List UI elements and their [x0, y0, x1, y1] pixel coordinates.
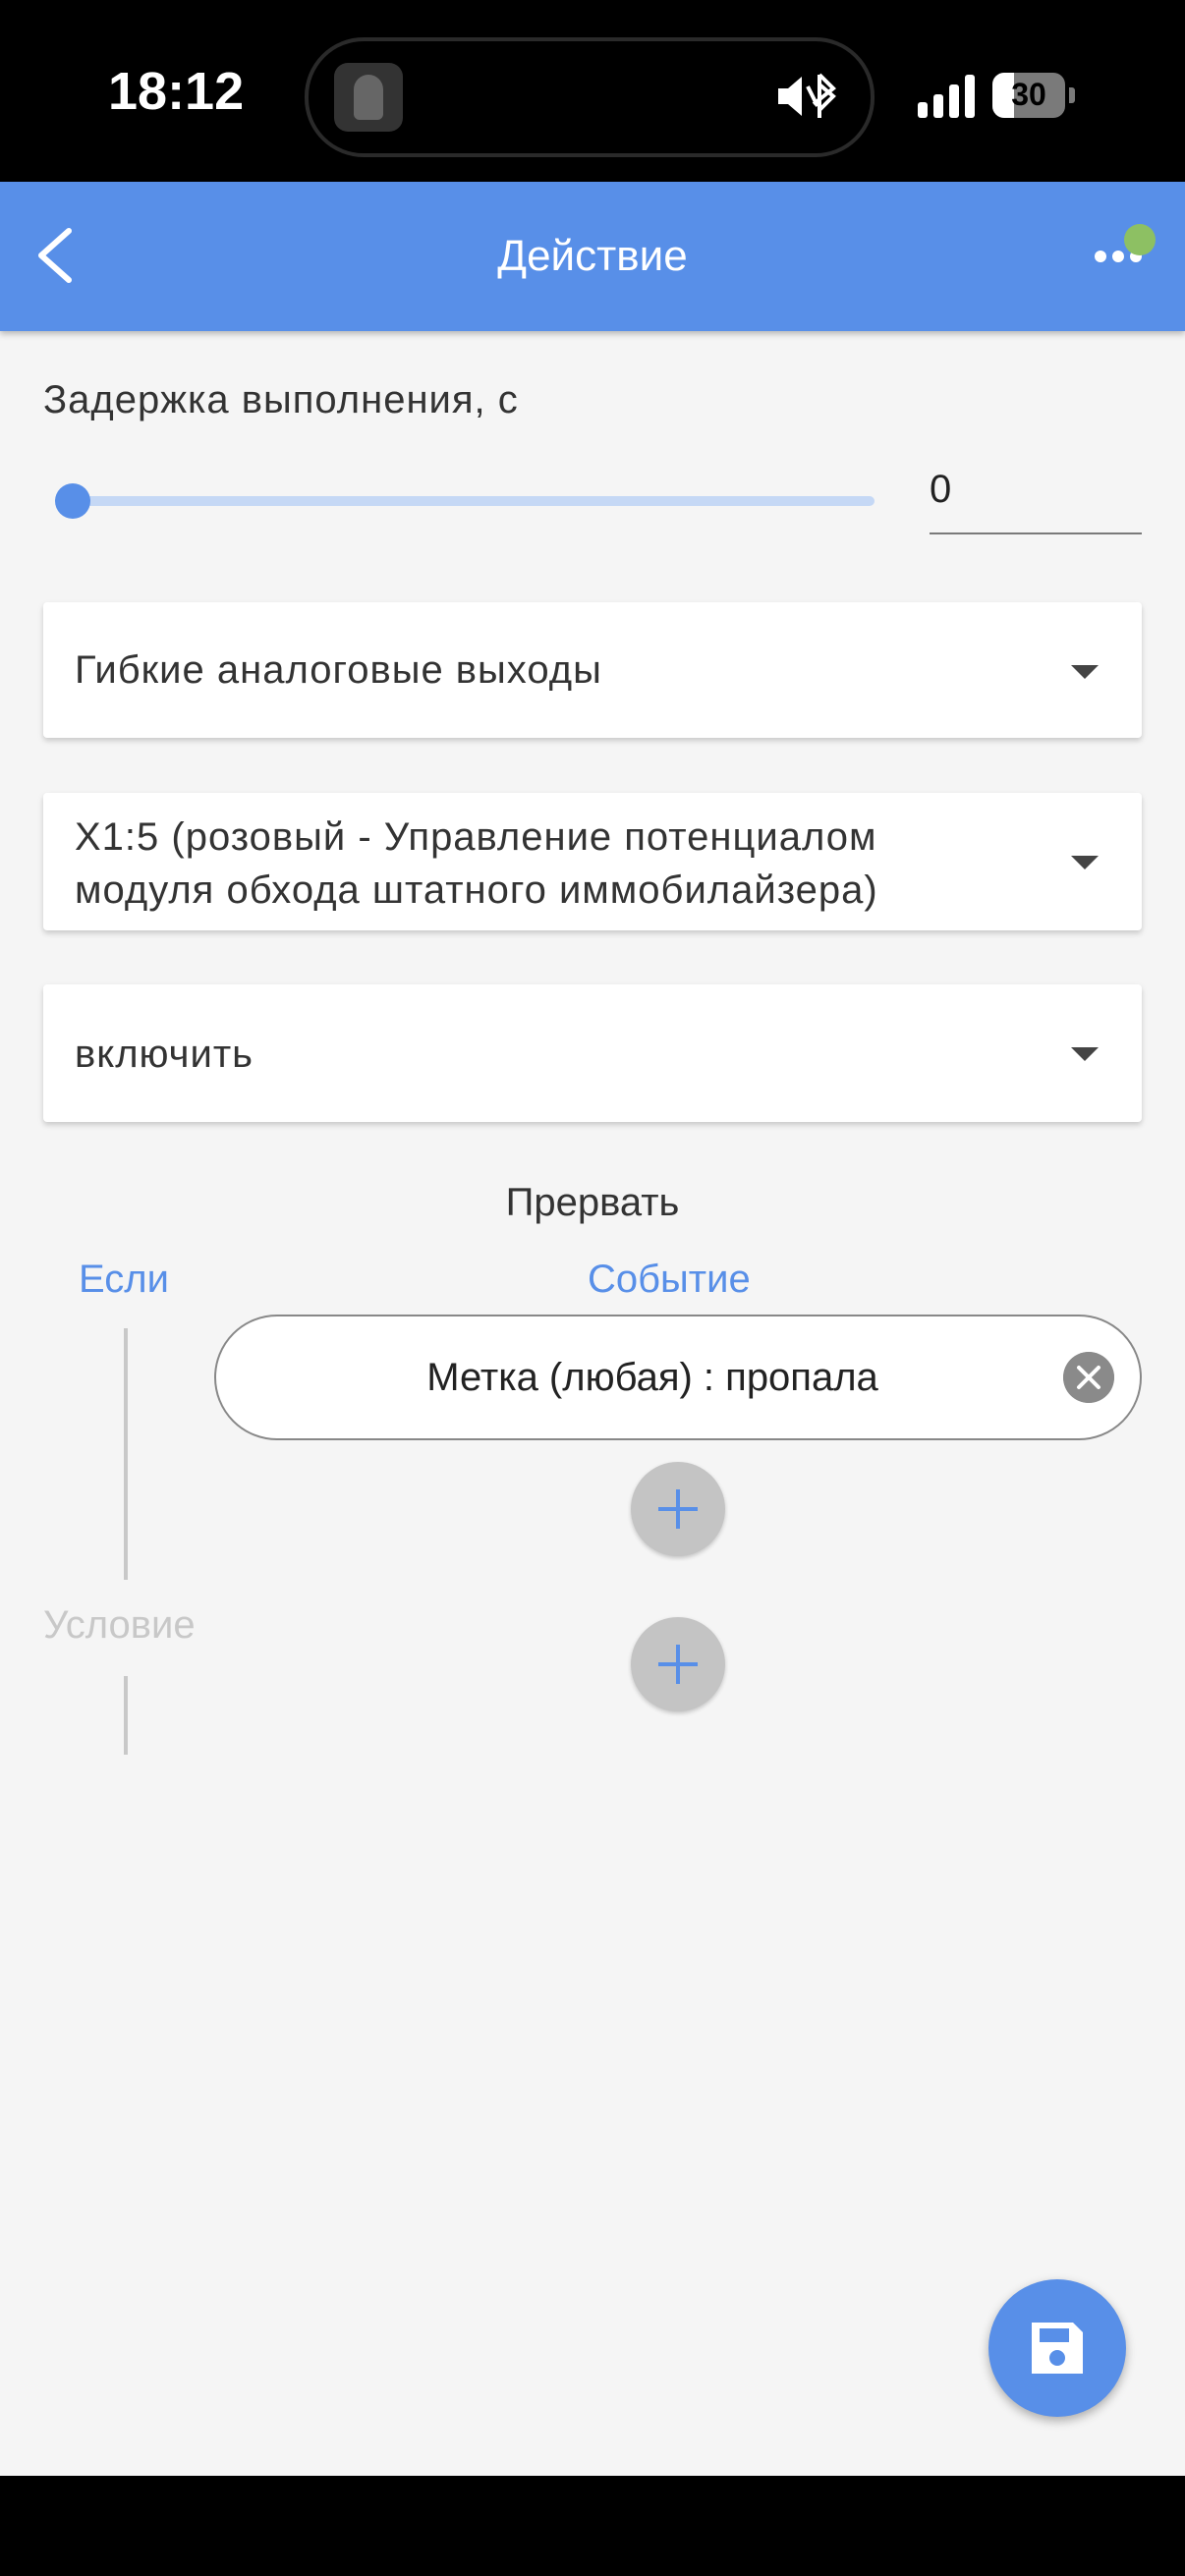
add-event-button[interactable] [631, 1462, 725, 1556]
dropdown-caret-icon [1071, 856, 1099, 869]
delay-label: Задержка выполнения, с [43, 378, 519, 421]
battery-level: 30 [1011, 77, 1046, 112]
dropdown-caret-icon [1071, 1047, 1099, 1061]
event-chip[interactable]: Метка (любая) : пропала [214, 1315, 1142, 1440]
condition-connector-line [124, 1676, 128, 1755]
action-value: включить [75, 1033, 254, 1076]
page-title: Действие [497, 232, 688, 280]
add-condition-button[interactable] [631, 1617, 725, 1711]
interrupt-title: Прервать [505, 1181, 680, 1224]
output-pin-select[interactable]: X1:5 (розовый - Управление потенциалом м… [43, 793, 1142, 930]
save-button[interactable] [988, 2279, 1126, 2417]
delay-slider[interactable] [55, 479, 875, 523]
output-pin-value-line1: X1:5 (розовый - Управление потенциалом [75, 815, 877, 859]
if-connector-line [124, 1328, 128, 1580]
signal-icon [918, 75, 975, 118]
connection-status-dot [1124, 224, 1156, 255]
island-app-icon [334, 63, 403, 132]
dropdown-caret-icon [1071, 665, 1099, 679]
delay-input[interactable]: 0 [930, 460, 1142, 534]
output-type-select[interactable]: Гибкие аналоговые выходы [43, 602, 1142, 738]
event-label: Событие [588, 1258, 751, 1301]
slider-thumb[interactable] [55, 483, 90, 519]
mute-bluetooth-icon [778, 73, 836, 118]
output-pin-value-line2: модуля обхода штатного иммобилайзера) [75, 868, 878, 912]
output-type-value: Гибкие аналоговые выходы [75, 648, 602, 692]
home-indicator-bar [0, 2476, 1185, 2576]
remove-event-icon[interactable] [1063, 1352, 1114, 1403]
condition-label: Условие [43, 1603, 196, 1647]
if-label: Если [79, 1258, 169, 1301]
battery-icon: 30 [992, 73, 1075, 118]
action-select[interactable]: включить [43, 984, 1142, 1122]
status-time: 18:12 [108, 62, 245, 121]
event-chip-label: Метка (любая) : пропала [426, 1356, 878, 1399]
save-icon [1032, 2323, 1083, 2374]
